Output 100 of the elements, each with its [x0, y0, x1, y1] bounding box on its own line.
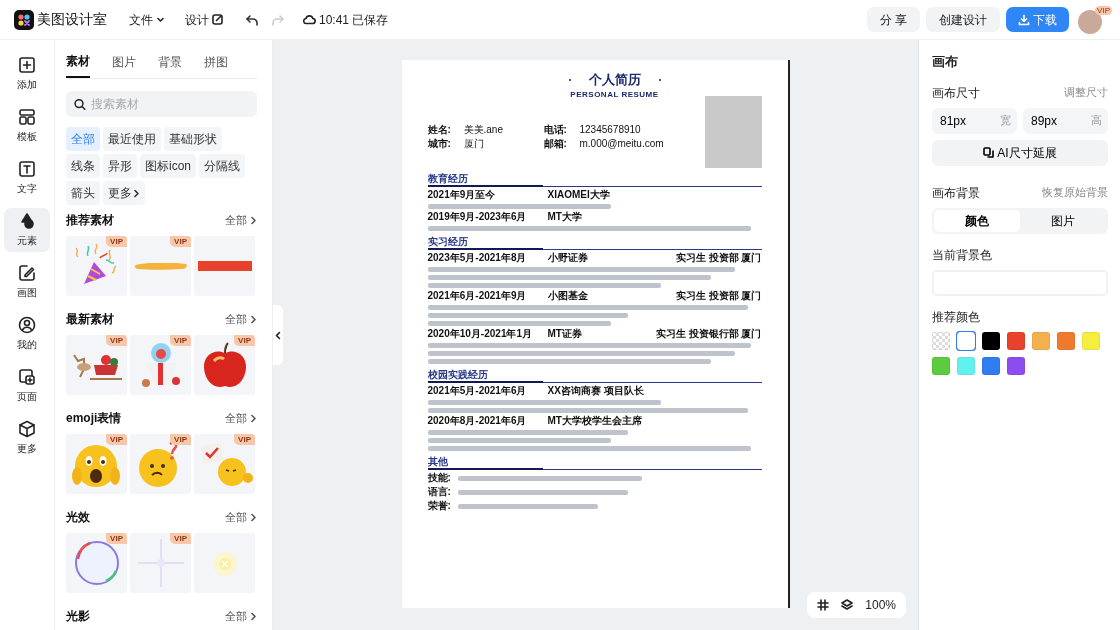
- filter-chip[interactable]: 异形: [103, 154, 137, 178]
- color-swatch[interactable]: [1007, 331, 1025, 350]
- vip-badge: VIP: [106, 434, 127, 445]
- see-all-link[interactable]: 全部: [225, 211, 257, 229]
- menu-button[interactable]: 设计: [181, 8, 227, 31]
- add-icon: [18, 56, 36, 74]
- panel-tab[interactable]: 图片: [112, 50, 136, 78]
- header-button[interactable]: 分 享: [866, 7, 920, 32]
- filter-chip[interactable]: 全部: [66, 127, 100, 151]
- panel-tab[interactable]: 拼图: [204, 50, 228, 78]
- segment-tab[interactable]: 图片: [1020, 209, 1106, 232]
- sidebar-item[interactable]: 更多: [4, 416, 50, 460]
- asset-thumbnail[interactable]: VIP: [194, 434, 255, 494]
- color-swatch[interactable]: [1082, 331, 1100, 350]
- panel-tab[interactable]: 背景: [158, 50, 182, 78]
- vip-badge: VIP: [106, 335, 127, 346]
- action-link[interactable]: 恢复原始背景: [1042, 184, 1108, 201]
- see-all-link[interactable]: 全部: [225, 409, 257, 427]
- color-swatch[interactable]: [1007, 356, 1025, 375]
- layers-icon[interactable]: [841, 599, 854, 611]
- sidebar-item[interactable]: 文字: [4, 156, 50, 200]
- search-icon: [74, 97, 86, 111]
- action-link[interactable]: 调整尺寸: [1064, 84, 1108, 101]
- edit-icon: [212, 14, 223, 25]
- field-label: 语言:: [427, 486, 452, 498]
- asset-thumbnail[interactable]: VIP: [66, 434, 127, 494]
- filter-chip[interactable]: 箭头: [66, 181, 100, 205]
- asset-thumbnail[interactable]: VIP: [130, 335, 191, 395]
- color-swatch[interactable]: [982, 331, 1000, 350]
- ai-resize-button[interactable]: AI尺寸延展: [932, 139, 1108, 166]
- size-field-box[interactable]: 81px 宽: [932, 107, 1017, 134]
- size-field-box[interactable]: 89px 高: [1023, 107, 1108, 134]
- color-swatch[interactable]: [982, 356, 1000, 375]
- grid-icon[interactable]: [817, 599, 830, 611]
- asset-thumbnail[interactable]: VIP: [130, 236, 191, 296]
- section-heading: 教育经历: [427, 173, 468, 184]
- filter-chip[interactable]: 最近使用: [103, 127, 161, 151]
- caret-icon: [156, 15, 165, 24]
- section-title: 光影: [66, 608, 90, 625]
- resume-subtitle: PERSONAL RESUME: [570, 90, 659, 99]
- asset-thumbnail[interactable]: VIP: [130, 434, 191, 494]
- filter-chip[interactable]: 更多: [103, 181, 145, 205]
- segment-tab[interactable]: 颜色: [934, 209, 1020, 232]
- asset-thumbnail[interactable]: [194, 236, 255, 296]
- undo-icon[interactable]: [245, 13, 259, 26]
- field-label: 城市:: [427, 138, 452, 150]
- unit-label: 高: [1091, 113, 1102, 129]
- asset-thumbnail[interactable]: VIP: [130, 533, 191, 593]
- section-heading: 其他: [427, 456, 448, 467]
- field-label: 姓名:: [427, 124, 452, 136]
- color-swatch[interactable]: [1032, 331, 1050, 350]
- filter-chip[interactable]: 基础形状: [164, 127, 222, 151]
- collapse-handle[interactable]: [273, 305, 283, 365]
- sidebar-item[interactable]: 我的: [4, 312, 50, 356]
- see-all-link[interactable]: 全部: [225, 607, 257, 625]
- search-field[interactable]: 搜索素材: [88, 94, 249, 114]
- download-button[interactable]: 下载: [1006, 7, 1069, 32]
- chevron-right-icon: [250, 215, 257, 225]
- brush-stroke-sticker: [133, 262, 188, 270]
- filter-chip[interactable]: 线条: [66, 154, 100, 178]
- vip-badge: VIP: [106, 533, 127, 544]
- menu-button[interactable]: 文件: [125, 8, 169, 31]
- vip-badge: VIP: [234, 335, 255, 346]
- entry-organization: MT大学校学生会主席: [547, 415, 642, 427]
- transparent-swatch[interactable]: [932, 331, 950, 350]
- sidebar-item[interactable]: 添加: [4, 52, 50, 96]
- chevron-right-icon: [132, 188, 140, 198]
- sidebar-item[interactable]: 元素: [4, 208, 50, 252]
- asset-thumbnail[interactable]: VIP: [66, 533, 127, 593]
- chevron-right-icon: [250, 314, 257, 324]
- sidebar-item[interactable]: 页面: [4, 364, 50, 408]
- color-swatch[interactable]: [957, 356, 975, 375]
- size-field[interactable]: 81px: [938, 110, 998, 131]
- resume-page[interactable]: [401, 60, 790, 608]
- brush-icon: [18, 264, 36, 282]
- sidebar-item[interactable]: 画图: [4, 260, 50, 304]
- color-swatch[interactable]: [932, 356, 950, 375]
- asset-thumbnail[interactable]: VIP: [66, 236, 127, 296]
- chevron-left-icon: [275, 330, 281, 340]
- see-all-link[interactable]: 全部: [225, 310, 257, 328]
- vip-badge: VIP: [170, 335, 191, 346]
- header-button[interactable]: 创建设计: [926, 7, 1000, 32]
- chevron-right-icon: [250, 512, 257, 522]
- search-bar[interactable]: 搜索素材: [66, 91, 257, 117]
- color-swatch[interactable]: [1057, 331, 1075, 350]
- asset-thumbnail[interactable]: VIP: [194, 335, 255, 395]
- asset-thumbnail[interactable]: [194, 533, 255, 593]
- filter-chip[interactable]: 分隔线: [199, 154, 245, 178]
- entry-date: 2019年9月-2023年6月: [427, 211, 528, 223]
- field-label: 荣誉:: [427, 500, 452, 512]
- see-all-link[interactable]: 全部: [225, 508, 257, 526]
- asset-thumbnail[interactable]: VIP: [66, 335, 127, 395]
- filter-chip[interactable]: 图标icon: [140, 154, 196, 178]
- sidebar-item[interactable]: 模板: [4, 104, 50, 148]
- cloud-icon: [303, 14, 316, 25]
- panel-tab[interactable]: 素材: [66, 50, 90, 78]
- section-title: 最新素材: [66, 311, 114, 328]
- field-label: 技能:: [427, 472, 452, 484]
- size-field[interactable]: 89px: [1029, 110, 1089, 131]
- download-icon: [1018, 13, 1030, 26]
